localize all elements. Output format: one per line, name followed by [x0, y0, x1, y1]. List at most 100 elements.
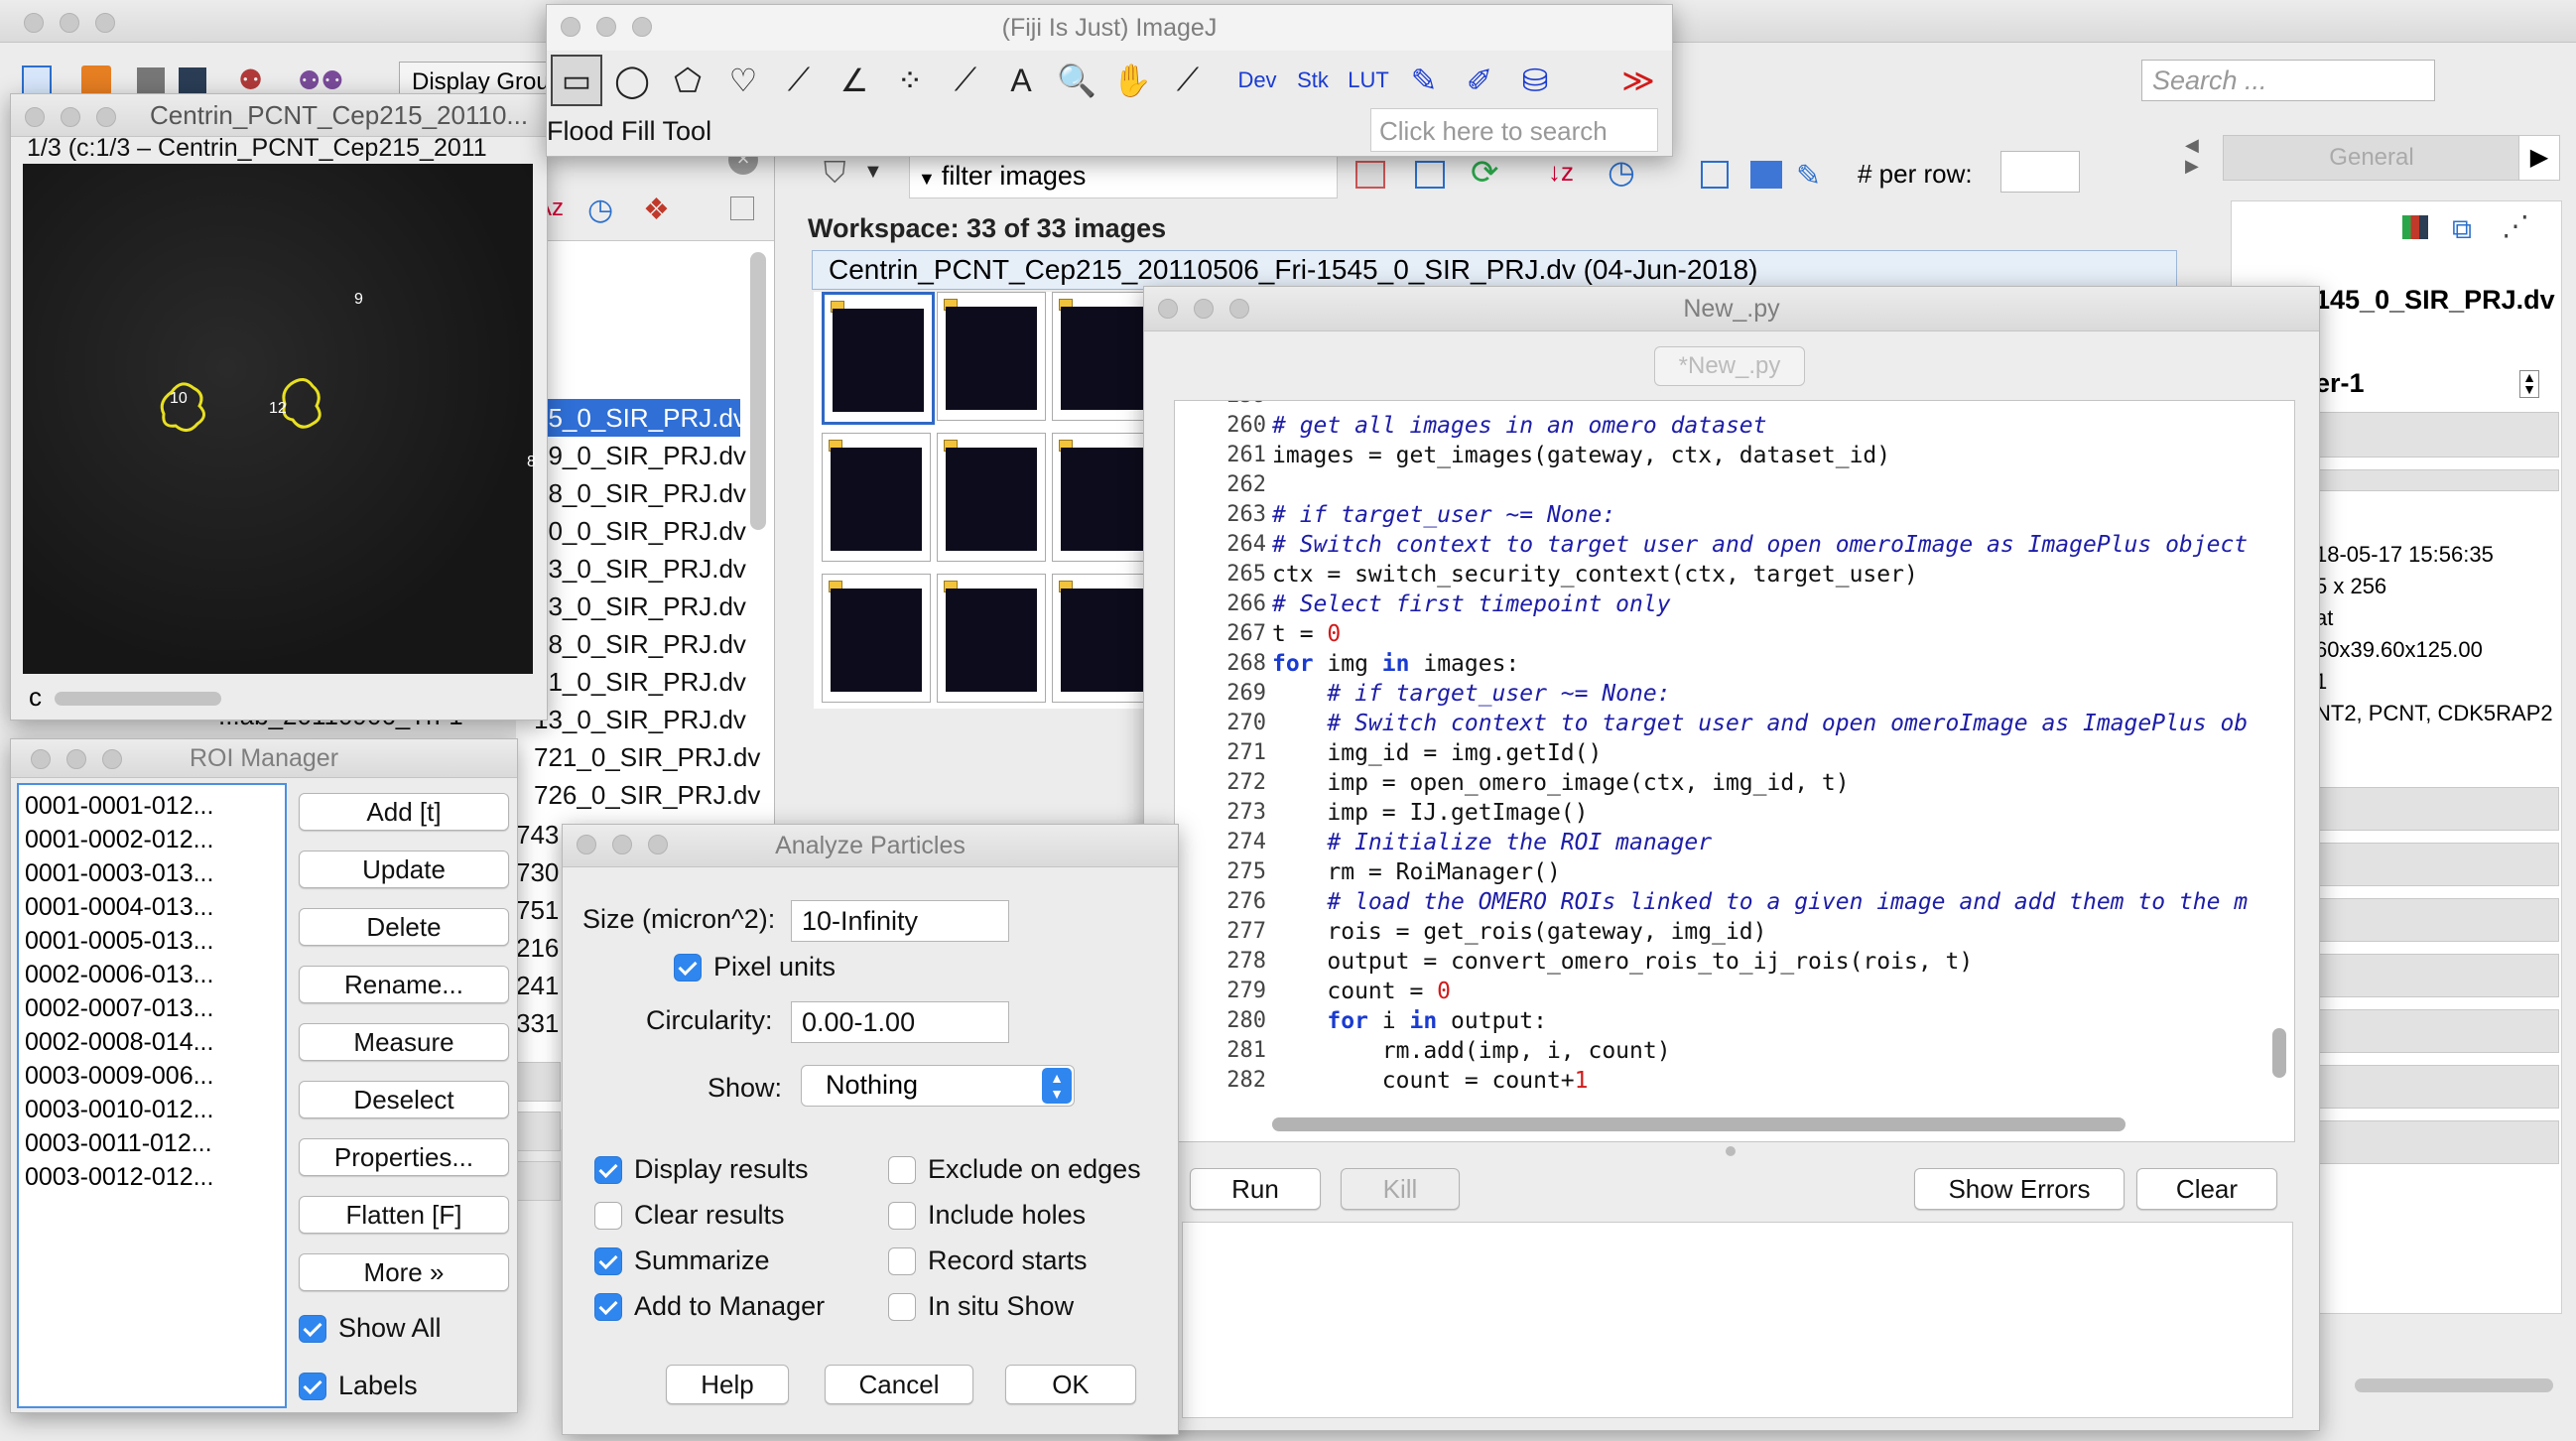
code-line[interactable]: imp = IJ.getImage()	[1272, 800, 2264, 830]
code-line[interactable]: for img in images:	[1272, 651, 2264, 681]
image-file-list[interactable]: 45_0_SIR_PRJ.dv 59_0_SIR_PRJ.dv 08_0_SIR_P…	[534, 399, 760, 814]
grid-icon[interactable]	[137, 67, 165, 93]
side-button[interactable]	[516, 1161, 561, 1201]
file-list-item[interactable]: 08_0_SIR_PRJ.dv	[534, 474, 760, 512]
collapse-icon[interactable]	[730, 196, 754, 220]
cancel-button[interactable]: Cancel	[825, 1365, 973, 1404]
file-list-item[interactable]: 20_0_SIR_PRJ.dv	[534, 512, 760, 550]
minimize-window-button[interactable]	[60, 13, 79, 33]
code-line[interactable]: # if target_user ~= None:	[1272, 502, 2264, 532]
per-row-input[interactable]	[2000, 151, 2080, 193]
wand-tool-icon[interactable]: ⟋	[940, 55, 991, 106]
file-list-item[interactable]: 01_0_SIR_PRJ.dv	[534, 663, 760, 701]
measure-button[interactable]: Measure	[299, 1023, 509, 1061]
omero-search-input[interactable]: Search ...	[2141, 60, 2435, 101]
timer-icon[interactable]: ◷	[1608, 153, 1635, 191]
thumbnail[interactable]	[822, 292, 935, 425]
code-line[interactable]: count = 0	[1272, 979, 2264, 1008]
sort-icon[interactable]: ↓z	[1548, 157, 1574, 188]
columns-icon[interactable]	[1750, 161, 1782, 189]
code-line[interactable]: # Switch context to target user and open…	[1272, 532, 2264, 562]
code-line[interactable]	[1272, 401, 2264, 413]
rename-button[interactable]: Rename...	[299, 966, 509, 1003]
code-line[interactable]: images = get_images(gateway, ctx, datase…	[1272, 443, 2264, 472]
roi-list-item[interactable]: 0002-0006-013...	[25, 958, 285, 991]
editor-tab[interactable]: *New_.py	[1654, 346, 1805, 386]
stk-menu-button[interactable]: Stk	[1287, 55, 1339, 106]
filter-field[interactable]: ▼ filter images	[909, 153, 1338, 198]
play-arrow-icon[interactable]: ▶	[2518, 135, 2560, 181]
roi-list-item[interactable]: 0003-0010-012...	[25, 1093, 285, 1126]
owner-spinner-icon[interactable]: ▲ ▼	[2519, 370, 2539, 398]
thumbnail[interactable]	[822, 433, 931, 562]
properties-button[interactable]: Properties...	[299, 1138, 509, 1176]
export-icon[interactable]	[1701, 161, 1729, 189]
roi-list-item[interactable]: 0002-0008-014...	[25, 1025, 285, 1059]
chart-icon[interactable]	[2402, 215, 2428, 239]
flood-fill-icon[interactable]: ⛁	[1509, 55, 1561, 106]
oval-tool-icon[interactable]: ◯	[606, 55, 658, 106]
rectangle-tool-icon[interactable]: ▭	[551, 55, 602, 106]
zoom-tool-icon[interactable]: 🔍	[1051, 55, 1102, 106]
code-line[interactable]: imp = open_omero_image(ctx, img_id, t)	[1272, 770, 2264, 800]
line-tool-icon[interactable]: ⟋	[773, 55, 825, 106]
ok-button[interactable]: OK	[1005, 1365, 1136, 1404]
groups-icon[interactable]: ⚉⚉	[298, 66, 357, 95]
code-line[interactable]: # load the OMERO ROIs linked to a given …	[1272, 889, 2264, 919]
close-window-button[interactable]	[24, 13, 44, 33]
side-button[interactable]	[516, 1062, 561, 1102]
code-line[interactable]: t = 0	[1272, 621, 2264, 651]
code-line[interactable]: # Initialize the ROI manager	[1272, 830, 2264, 859]
code-line[interactable]: img_id = img.getId()	[1272, 740, 2264, 770]
file-list-item[interactable]: 43_0_SIR_PRJ.dv	[534, 588, 760, 625]
code-line[interactable]: rois = get_rois(gateway, img_id)	[1272, 919, 2264, 949]
show-all-checkbox[interactable]	[299, 1315, 326, 1343]
thumbnail[interactable]	[822, 574, 931, 703]
file-list-item[interactable]: 726_0_SIR_PRJ.dv	[534, 776, 760, 814]
freehand-tool-icon[interactable]: ♡	[717, 55, 769, 106]
option-checkbox[interactable]	[594, 1247, 622, 1275]
channel-slider[interactable]	[55, 692, 221, 706]
code-area[interactable]: 259260 261 262 263 264 265 266 267 268 269 270 271 2…	[1174, 400, 2295, 1142]
roi-list[interactable]: 0001-0001-012... 0001-0002-012... 0001-000…	[17, 783, 287, 1408]
output-console[interactable]	[1182, 1222, 2293, 1418]
option-checkbox[interactable]	[594, 1202, 622, 1230]
option-checkbox[interactable]	[888, 1156, 916, 1184]
more-tools-button[interactable]: ≫	[1612, 55, 1664, 106]
kill-button[interactable]: Kill	[1341, 1168, 1460, 1210]
people-icon[interactable]: ⚉	[238, 66, 268, 95]
roi-list-item[interactable]: 0003-0012-012...	[25, 1160, 285, 1194]
imagej-search-input[interactable]: Click here to search	[1370, 108, 1658, 152]
clear-button[interactable]: Clear	[2136, 1168, 2277, 1210]
zoom-window-button[interactable]	[95, 13, 115, 33]
roi-list-item[interactable]: 0001-0001-012...	[25, 789, 285, 823]
thumbnail[interactable]	[937, 574, 1046, 703]
labels-checkbox[interactable]	[299, 1373, 326, 1400]
flatten-button[interactable]: Flatten [F]	[299, 1196, 509, 1234]
roi-list-item[interactable]: 0001-0004-013...	[25, 890, 285, 924]
home-icon[interactable]	[22, 66, 52, 95]
roi-list-item[interactable]: 0001-0002-012...	[25, 823, 285, 856]
edit-view-icon[interactable]: ✎	[1796, 159, 1821, 194]
add-button[interactable]: Add [t]	[299, 793, 509, 831]
general-tab[interactable]: General	[2223, 135, 2520, 181]
point-tool-icon[interactable]: ⁘	[884, 55, 936, 106]
roi-list-item[interactable]: 0003-0009-006...	[25, 1059, 285, 1093]
color-picker-icon[interactable]: ⟋	[1162, 55, 1214, 106]
code-line[interactable]: # Select first timepoint only	[1272, 591, 2264, 621]
polygon-tool-icon[interactable]: ⬠	[662, 55, 713, 106]
filter-funnel-icon[interactable]: ⛉	[824, 157, 846, 191]
show-select[interactable]: Nothing ▲ ▼	[801, 1065, 1075, 1107]
option-checkbox[interactable]	[594, 1293, 622, 1321]
code-line[interactable]: rm = RoiManager()	[1272, 859, 2264, 889]
image-canvas[interactable]: 9 8 10 12	[23, 164, 536, 674]
file-list-item[interactable]: 33_0_SIR_PRJ.dv	[534, 550, 760, 588]
code-line[interactable]: # if target_user ~= None:	[1272, 681, 2264, 711]
file-list-item[interactable]: 45_0_SIR_PRJ.dv	[534, 399, 760, 437]
thumbnail[interactable]	[937, 292, 1046, 421]
edit-icon[interactable]	[81, 66, 111, 95]
option-checkbox[interactable]	[888, 1293, 916, 1321]
horizontal-scrollbar[interactable]	[1272, 1117, 2125, 1131]
roi-list-item[interactable]: 0001-0005-013...	[25, 924, 285, 958]
pencil-icon[interactable]: ✎	[1398, 55, 1450, 106]
